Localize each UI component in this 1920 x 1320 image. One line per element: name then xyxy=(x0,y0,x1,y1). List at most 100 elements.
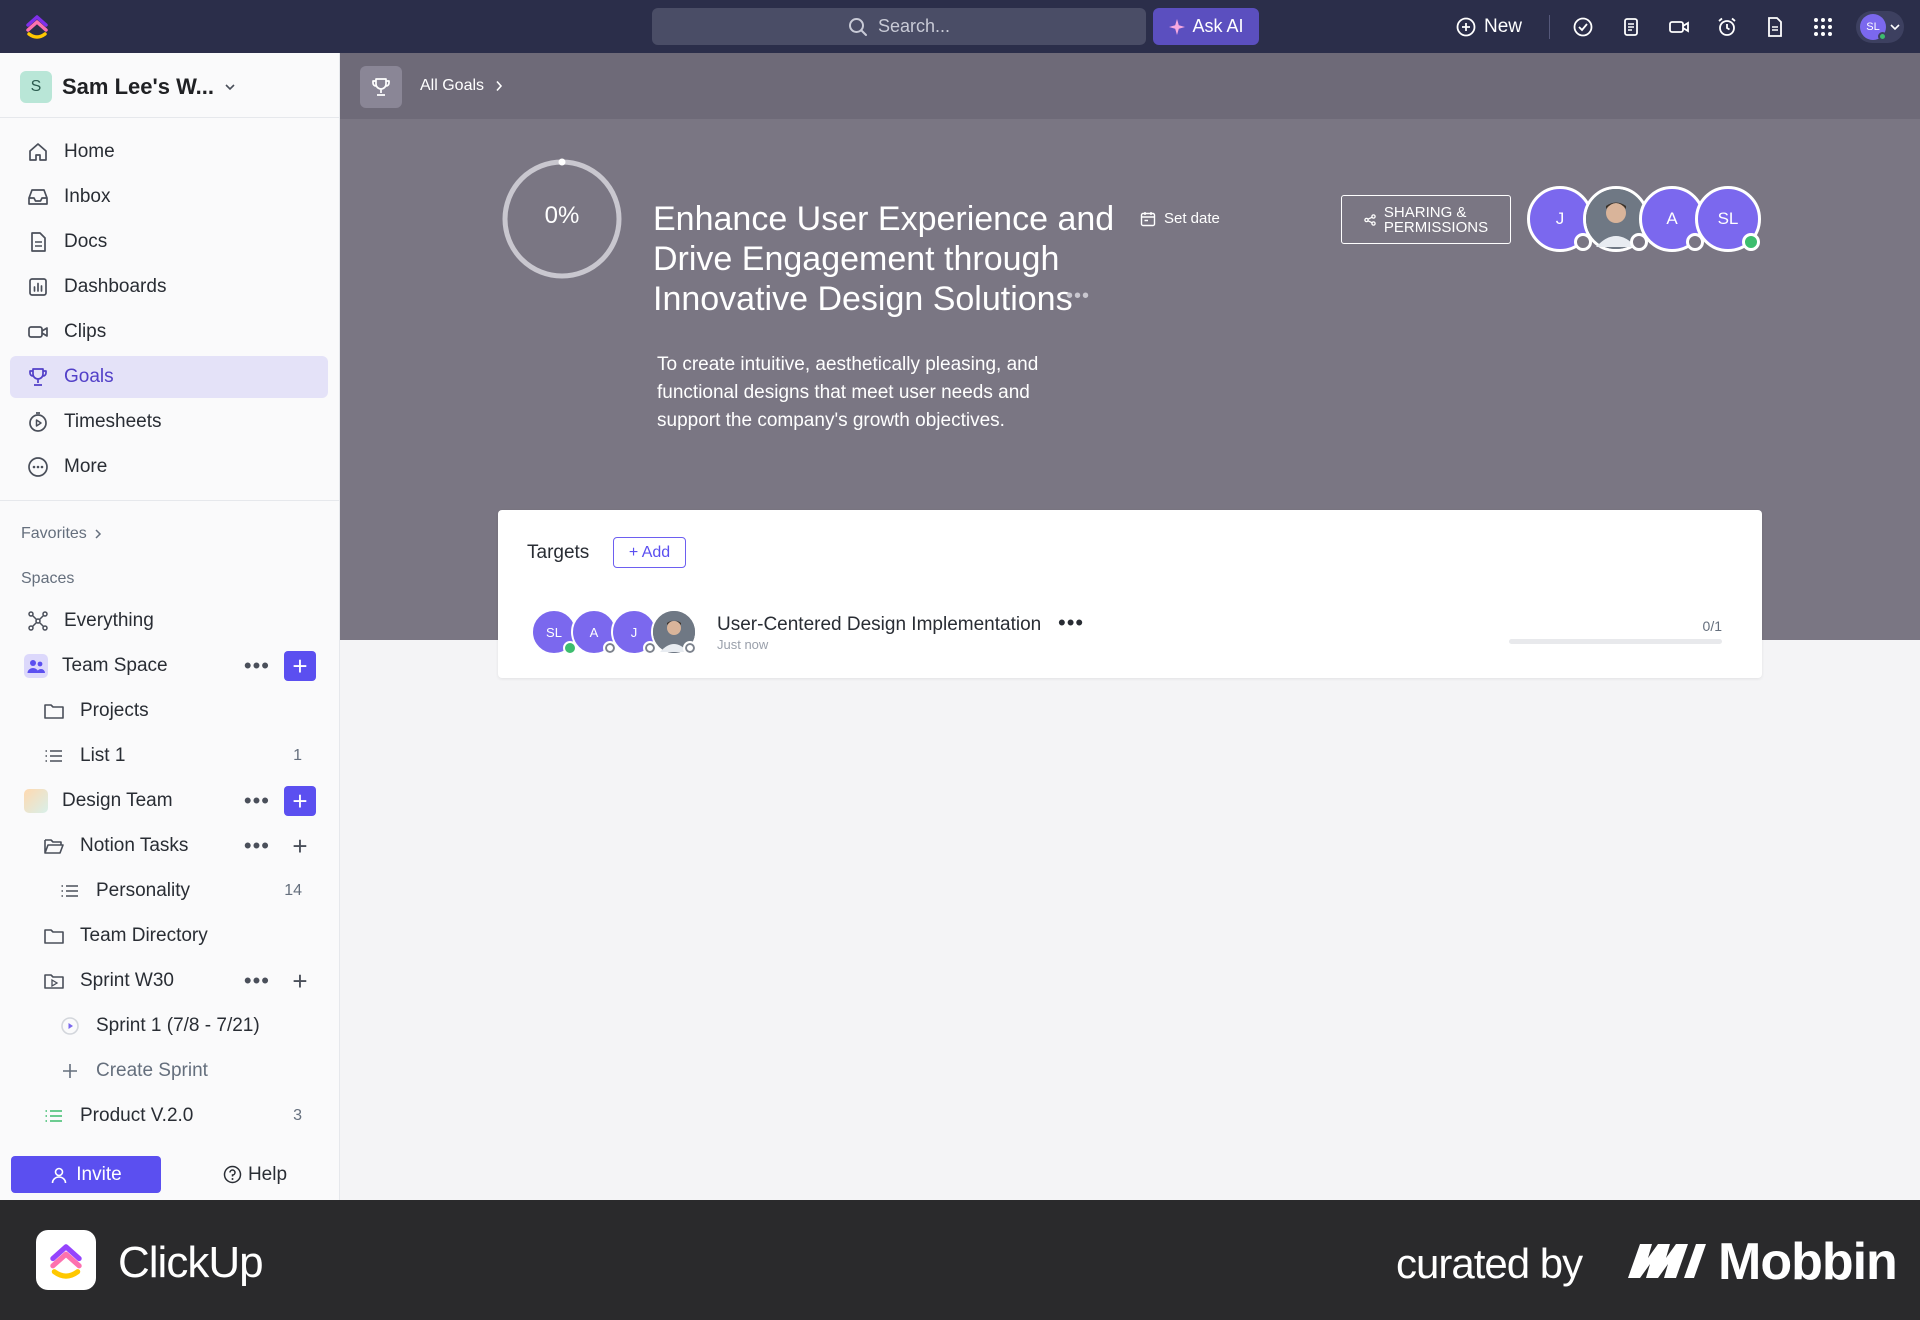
goal-progress-percent: 0% xyxy=(544,202,580,229)
chevron-right-icon xyxy=(95,529,101,539)
item-count: 1 xyxy=(293,747,302,764)
user-icon xyxy=(51,1167,67,1183)
more-options-icon[interactable]: ••• xyxy=(244,790,270,812)
tree-item-design-team[interactable]: Design Team ••• + xyxy=(24,781,330,821)
more-options-icon[interactable]: ••• xyxy=(244,655,270,677)
more-options-icon[interactable]: ••• xyxy=(1066,285,1090,308)
breadcrumb-all-goals[interactable]: All Goals xyxy=(420,77,484,95)
list-icon xyxy=(61,885,78,897)
new-button[interactable]: New xyxy=(1456,12,1522,42)
add-item-button[interactable]: + xyxy=(284,651,316,681)
nav-item-goals[interactable]: Goals xyxy=(10,356,328,398)
nav-item-label: Goals xyxy=(64,366,114,387)
search-bar[interactable]: Search... xyxy=(652,8,1146,45)
nav-item-label: More xyxy=(64,456,108,477)
tree-item-notion-tasks[interactable]: Notion Tasks ••• + xyxy=(42,826,330,866)
nav-item-docs[interactable]: Docs xyxy=(10,221,328,263)
member-avatar[interactable]: SL xyxy=(1695,186,1761,252)
inbox-icon xyxy=(28,189,48,205)
avatar-initials: A xyxy=(589,624,599,640)
tree-item-projects[interactable]: Projects xyxy=(42,691,330,731)
avatar-initials: A xyxy=(1666,209,1678,228)
tree-item-product-v2[interactable]: Product V.2.0 3 xyxy=(42,1096,330,1136)
tree-item-list-1[interactable]: List 1 1 xyxy=(42,736,330,776)
assignee-avatar-photo[interactable] xyxy=(651,609,697,655)
workspace-switcher[interactable]: S Sam Lee's W... xyxy=(20,69,236,105)
divider xyxy=(0,500,340,501)
trophy-icon xyxy=(29,368,47,386)
tree-item-label: Team Space xyxy=(62,655,168,676)
more-options-icon[interactable]: ••• xyxy=(244,835,270,857)
sharing-permissions-button[interactable]: SHARING & PERMISSIONS xyxy=(1341,195,1511,244)
chevron-down-icon xyxy=(1890,24,1900,31)
add-item-button[interactable]: + xyxy=(284,786,316,816)
nav-item-home[interactable]: Home xyxy=(10,131,328,173)
goal-title[interactable]: Enhance User Experience and Drive Engage… xyxy=(653,199,1123,319)
tree-item-sprint-w30[interactable]: Sprint W30 ••• + xyxy=(42,961,330,1001)
tree-item-label: Create Sprint xyxy=(96,1060,208,1081)
new-label: New xyxy=(1484,16,1523,37)
ask-ai-button[interactable]: Ask AI xyxy=(1153,8,1259,45)
online-status-dot xyxy=(1878,32,1887,41)
list-icon xyxy=(45,1110,62,1122)
invite-button[interactable]: Invite xyxy=(11,1156,161,1193)
avatar-initials: J xyxy=(1555,209,1565,228)
nav-item-dashboards[interactable]: Dashboards xyxy=(10,266,328,308)
toolbar-divider xyxy=(1549,15,1550,39)
more-icon xyxy=(28,457,48,477)
nav-item-label: Timesheets xyxy=(64,411,162,432)
share-icon xyxy=(1364,213,1376,226)
divider xyxy=(0,117,340,118)
user-menu[interactable]: SL xyxy=(1856,11,1904,43)
avatar-initials: SL xyxy=(1717,209,1739,228)
folder-icon xyxy=(44,929,64,944)
tree-item-personality[interactable]: Personality 14 xyxy=(58,871,330,911)
tree-item-label: Design Team xyxy=(62,790,173,811)
target-name[interactable]: User-Centered Design Implementation xyxy=(717,614,1041,636)
nav-item-timesheets[interactable]: Timesheets xyxy=(10,401,328,443)
add-item-button[interactable]: + xyxy=(284,831,316,861)
nav-item-clips[interactable]: Clips xyxy=(10,311,328,353)
avatar-initials: J xyxy=(630,624,638,640)
team-space-icon xyxy=(24,654,48,678)
tree-item-sprint-1[interactable]: Sprint 1 (7/8 - 7/21) xyxy=(58,1006,330,1046)
document-icon[interactable] xyxy=(1762,14,1788,40)
clickup-logo-icon[interactable] xyxy=(24,13,50,39)
home-icon xyxy=(29,143,47,161)
video-icon[interactable] xyxy=(1666,14,1692,40)
tree-item-label: Sprint 1 (7/8 - 7/21) xyxy=(96,1015,260,1036)
chevron-right-icon xyxy=(496,80,503,92)
nav-item-inbox[interactable]: Inbox xyxy=(10,176,328,218)
notepad-icon[interactable] xyxy=(1618,14,1644,40)
chevron-down-icon xyxy=(225,84,235,91)
tree-item-team-space[interactable]: Team Space ••• + xyxy=(24,646,330,686)
apps-grid-icon[interactable] xyxy=(1810,14,1836,40)
goal-description[interactable]: To create intuitive, aesthetically pleas… xyxy=(657,351,1077,435)
favorites-header[interactable]: Favorites xyxy=(21,525,103,543)
tree-item-everything[interactable]: Everything xyxy=(26,601,326,641)
nav-item-more[interactable]: More xyxy=(10,446,328,488)
tree-item-label: Personality xyxy=(96,880,190,901)
alarm-clock-icon[interactable] xyxy=(1714,14,1740,40)
breadcrumb-bar: All Goals xyxy=(340,53,1920,119)
tree-item-team-directory[interactable]: Team Directory xyxy=(42,916,330,956)
create-sprint-button[interactable]: Create Sprint xyxy=(58,1051,330,1091)
dashboards-icon xyxy=(29,278,47,296)
set-date-button[interactable]: Set date xyxy=(1140,210,1220,227)
mobbin-logo-icon xyxy=(1628,1244,1706,1278)
more-options-icon[interactable]: ••• xyxy=(1058,610,1084,636)
add-item-button[interactable]: + xyxy=(284,966,316,996)
more-options-icon[interactable]: ••• xyxy=(244,970,270,992)
breadcrumb[interactable]: All Goals xyxy=(420,77,504,95)
nav-item-label: Dashboards xyxy=(64,276,167,297)
nav-item-label: Home xyxy=(64,141,115,162)
plus-icon xyxy=(63,1064,77,1078)
sharing-label-line2: PERMISSIONS xyxy=(1383,218,1489,236)
check-circle-icon[interactable] xyxy=(1570,14,1596,40)
avatar-initials: SL xyxy=(1866,21,1880,33)
folder-icon xyxy=(44,704,64,719)
tree-item-label: Team Directory xyxy=(80,925,208,946)
list-icon xyxy=(45,750,62,762)
help-button[interactable]: Help xyxy=(210,1156,300,1193)
add-target-button[interactable]: + Add xyxy=(613,537,686,568)
